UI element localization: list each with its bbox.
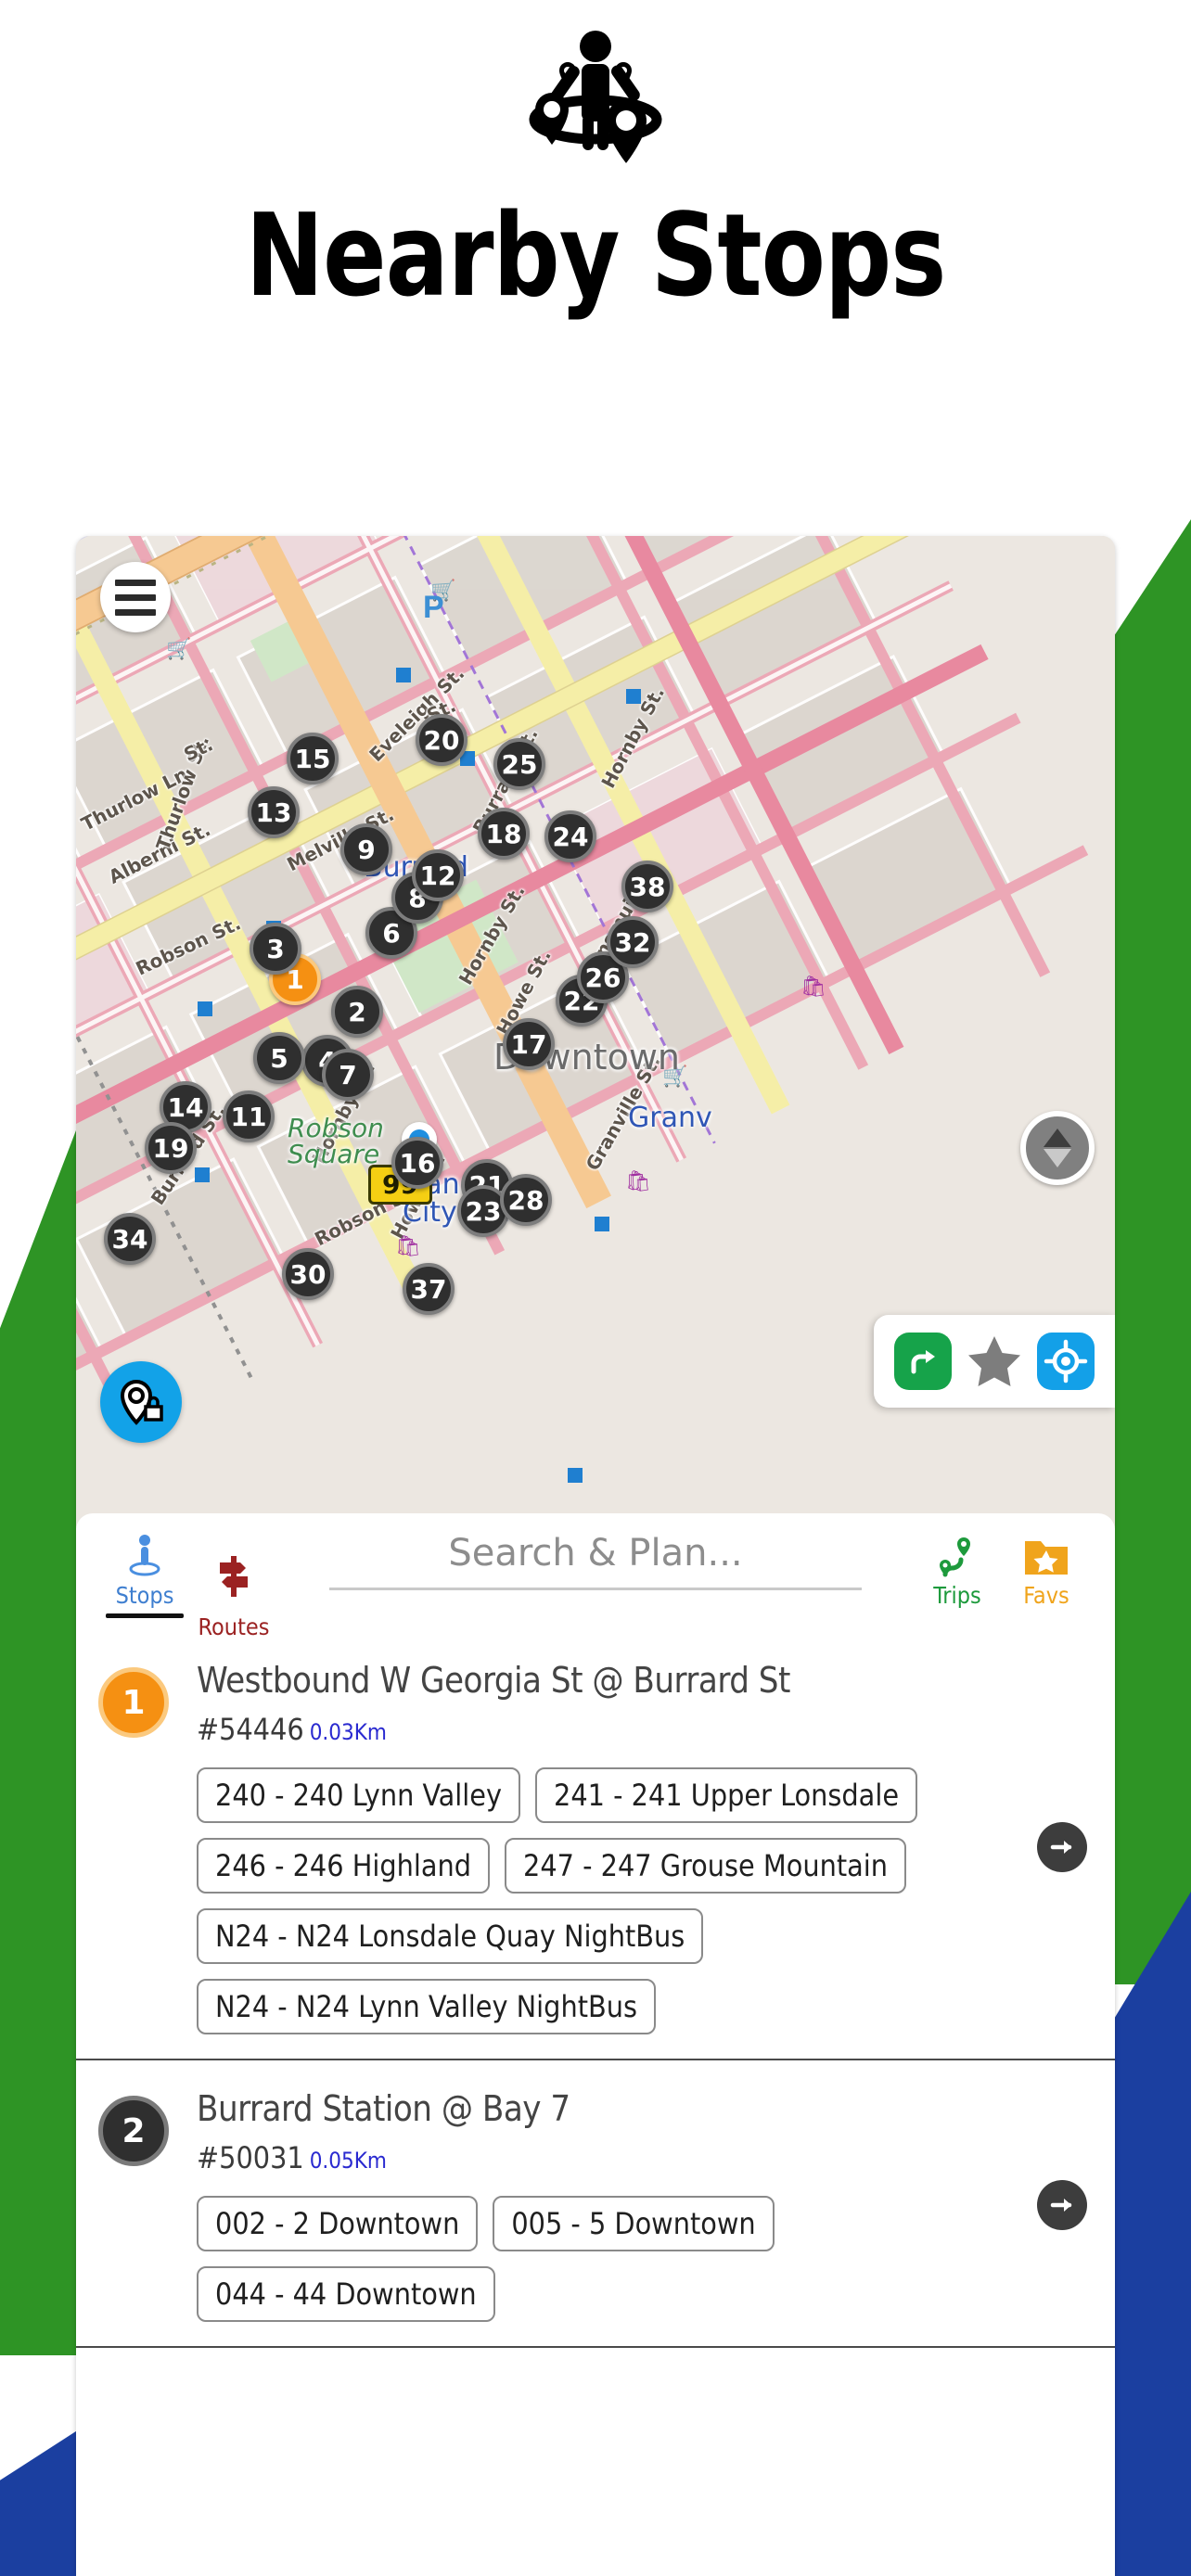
stop-number-badge: 1 (98, 1667, 169, 1738)
map-marker-12[interactable]: 12 (412, 849, 464, 901)
route-chip-group: 002 - 2 Downtown 005 - 5 Downtown 044 - 44… (197, 2196, 967, 2322)
map-action-bar[interactable] (874, 1315, 1115, 1408)
route-chip[interactable]: 002 - 2 Downtown (197, 2196, 479, 2251)
tilt-compass-icon[interactable] (1020, 1111, 1095, 1185)
folder-star-icon (1023, 1530, 1069, 1578)
map-marker-19[interactable]: 19 (145, 1122, 197, 1174)
map-marker-30[interactable]: 30 (282, 1248, 334, 1300)
pin-lock-icon[interactable] (100, 1361, 182, 1443)
stop-distance: 0.05Km (309, 2148, 387, 2174)
person-stop-icon (125, 1530, 164, 1578)
tab-routes-label: Routes (198, 1613, 270, 1640)
route-chip[interactable]: 247 - 247 Grouse Mountain (505, 1838, 907, 1894)
tab-stops-label: Stops (115, 1582, 174, 1609)
tab-favs[interactable]: Favs (1002, 1526, 1091, 1609)
search-input[interactable] (293, 1532, 898, 1588)
stop-meta: #54446 0.03Km (197, 1712, 1018, 1747)
route-chip[interactable]: 005 - 5 Downtown (493, 2196, 775, 2251)
map-marker-24[interactable]: 24 (544, 810, 596, 862)
map-marker-11[interactable]: 11 (223, 1090, 275, 1142)
search-and-plan[interactable] (293, 1526, 898, 1590)
stop-name: Westbound W Georgia St @ Burrard St (197, 1660, 790, 1701)
hamburger-menu-icon[interactable] (100, 562, 171, 632)
tab-trips[interactable]: Trips (913, 1526, 1002, 1609)
tab-favs-label: Favs (1023, 1582, 1069, 1609)
bag-poi-icon: 🛍 (800, 975, 826, 998)
route-chip[interactable]: N24 - N24 Lonsdale Quay NightBus (197, 1908, 704, 1964)
bag-poi-icon: 🛍 (395, 1234, 421, 1257)
route-chip[interactable]: 241 - 241 Upper Lonsdale (535, 1767, 918, 1823)
map-view[interactable]: Alberni St. Thurlow Ln. Thurlow St. Melvill… (76, 536, 1115, 1528)
map-marker-20[interactable]: 20 (416, 714, 467, 766)
route-chip-group: 240 - 240 Lynn Valley 241 - 241 Upper Lon… (197, 1767, 967, 2034)
directions-arrow-icon[interactable] (893, 1333, 952, 1390)
stop-list-item[interactable]: 2 Burrard Station @ Bay 7 #50031 0.05Km 002 … (76, 2060, 1115, 2348)
bottom-toolbar: Stops Routes Search & Plan... Trips Favs (76, 1513, 1115, 1640)
stop-square (195, 1167, 210, 1182)
stop-square (568, 1468, 583, 1483)
map-marker-16[interactable]: 16 (391, 1137, 443, 1189)
tab-routes[interactable]: Routes (189, 1547, 278, 1640)
route-chip[interactable]: 246 - 246 Highland (197, 1838, 491, 1894)
stop-code: #54446 (197, 1712, 304, 1747)
map-marker-38[interactable]: 38 (621, 861, 673, 912)
map-marker-37[interactable]: 37 (403, 1263, 455, 1315)
map-marker-7[interactable]: 7 (322, 1049, 374, 1101)
stop-list-item[interactable]: 1 Westbound W Georgia St @ Burrard St #544… (76, 1632, 1115, 2060)
app-logo (0, 26, 1191, 174)
route-chip[interactable]: N24 - N24 Lynn Valley NightBus (197, 1979, 656, 2034)
map-marker-9[interactable]: 9 (340, 823, 392, 875)
arrow-right-circle-icon[interactable] (1037, 1822, 1087, 1872)
shop-poi-icon: 🛒 (166, 637, 192, 660)
map-marker-18[interactable]: 18 (478, 808, 530, 860)
map-marker-5[interactable]: 5 (253, 1032, 305, 1084)
map-marker-17[interactable]: 17 (503, 1018, 555, 1070)
route-chip[interactable]: 044 - 44 Downtown (197, 2266, 495, 2322)
stop-meta: #50031 0.05Km (197, 2140, 1018, 2175)
gps-crosshair-icon[interactable] (1037, 1333, 1095, 1390)
stop-square (198, 1001, 212, 1016)
app-promo-screenshot: Nearby Stops Alberni St. Thurlow Ln. Thu… (0, 0, 1191, 2576)
stop-name: Burrard Station @ Bay 7 (197, 2088, 570, 2129)
map-marker-13[interactable]: 13 (248, 786, 300, 838)
stop-details: Burrard Station @ Bay 7 #50031 0.05Km 002 -… (169, 2088, 1037, 2322)
route-chip[interactable]: 240 - 240 Lynn Valley (197, 1767, 521, 1823)
bag-poi-icon: 🛍 (625, 1169, 651, 1192)
tab-stops[interactable]: Stops (100, 1526, 189, 1618)
stop-square (626, 689, 641, 704)
map-marker-28[interactable]: 28 (500, 1174, 552, 1226)
promo-header: Nearby Stops (0, 0, 1191, 482)
stop-details: Westbound W Georgia St @ Burrard St #5444… (169, 1660, 1037, 2034)
star-icon[interactable] (966, 1333, 1023, 1389)
map-marker-2[interactable]: 2 (331, 986, 383, 1038)
stop-square (396, 668, 411, 682)
app-screen: Alberni St. Thurlow Ln. Thurlow St. Melvill… (76, 536, 1115, 2576)
stop-code: #50031 (197, 2140, 304, 2175)
parking-poi-icon: P (423, 590, 444, 625)
stop-square (595, 1217, 609, 1231)
map-marker-34[interactable]: 34 (104, 1213, 156, 1265)
shop-poi-icon: 🛒 (662, 1065, 688, 1088)
map-marker-25[interactable]: 25 (493, 738, 545, 790)
search-underline (329, 1588, 862, 1590)
map-marker-32[interactable]: 32 (607, 916, 659, 968)
stop-number-badge: 2 (98, 2096, 169, 2166)
signpost-icon (214, 1550, 253, 1599)
trip-route-icon (936, 1530, 979, 1578)
arrow-right-circle-icon[interactable] (1037, 2180, 1087, 2230)
map-marker-15[interactable]: 15 (287, 733, 339, 784)
tab-trips-label: Trips (933, 1582, 981, 1609)
stop-distance: 0.03Km (309, 1719, 387, 1745)
nearby-stops-list: 1 Westbound W Georgia St @ Burrard St #544… (76, 1632, 1115, 2348)
map-marker-3[interactable]: 3 (250, 923, 301, 975)
page-title: Nearby Stops (245, 188, 947, 323)
